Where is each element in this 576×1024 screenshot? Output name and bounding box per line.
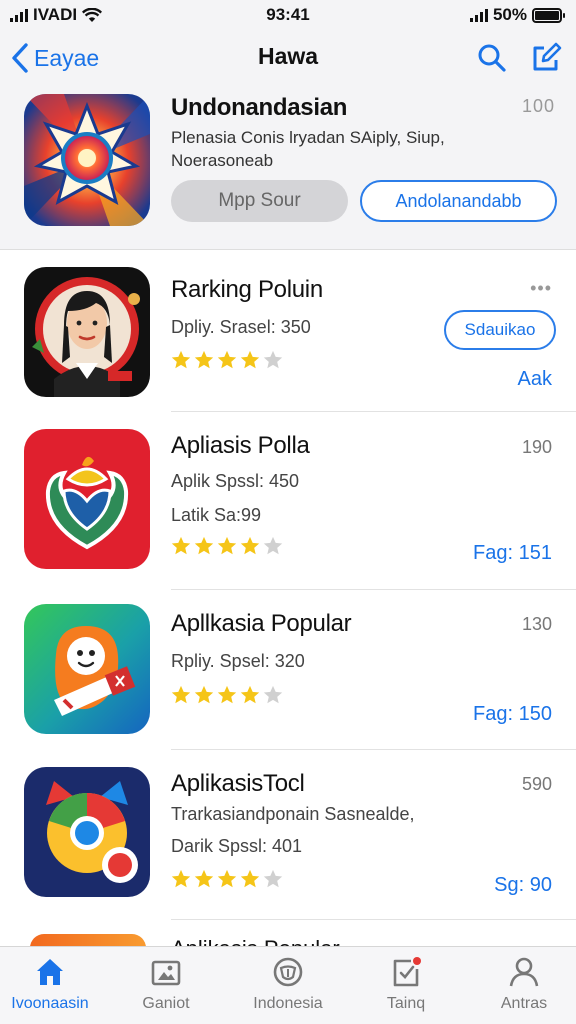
star-icon bbox=[194, 350, 214, 369]
tab-label: Ivoonaasin bbox=[11, 995, 89, 1012]
back-label: Eayae bbox=[34, 44, 100, 71]
updates-icon bbox=[393, 957, 421, 987]
star-icon bbox=[194, 536, 214, 555]
list-item[interactable]: AplikasisTocl Trarkasiandponain Sasneald… bbox=[0, 750, 576, 920]
status-time: 93:41 bbox=[266, 5, 310, 24]
app-detail: Aplik Spssl: 450 bbox=[171, 471, 300, 491]
status-right: 50% bbox=[469, 5, 565, 25]
star-icon bbox=[217, 685, 237, 704]
app-icon-aplikasis-tocl[interactable] bbox=[24, 767, 150, 897]
tab-indonesia[interactable]: Indonesia bbox=[238, 955, 338, 1013]
chevron-left-icon bbox=[12, 43, 28, 73]
app-title: Rarking Poluin bbox=[171, 276, 323, 303]
open-featured-button[interactable]: Andolanandabb bbox=[360, 180, 557, 222]
compose-icon[interactable] bbox=[530, 42, 562, 74]
app-title: Apllkasia Popular bbox=[171, 610, 352, 637]
app-count: 590 bbox=[521, 774, 552, 794]
star-icon bbox=[240, 536, 260, 555]
star-icon bbox=[171, 536, 191, 555]
app-action-link[interactable]: Sg: 90 bbox=[494, 874, 552, 897]
status-bar: IVADI 93:41 50% bbox=[0, 0, 576, 30]
get-app-button[interactable]: Sdauikao bbox=[444, 310, 556, 350]
app-title: AplikasisTocl bbox=[171, 770, 305, 797]
wifi-icon bbox=[82, 7, 103, 22]
page-title: Hawa bbox=[257, 43, 319, 69]
star-icon bbox=[171, 350, 191, 369]
star-icon bbox=[217, 536, 237, 555]
tab-ganiot[interactable]: Ganiot bbox=[116, 955, 216, 1013]
battery-percent: 50% bbox=[492, 5, 527, 24]
featured-more-label[interactable]: 100 bbox=[522, 96, 555, 117]
star-icon bbox=[171, 869, 191, 888]
tab-label: Indonesia bbox=[253, 995, 323, 1012]
app-count: 190 bbox=[521, 437, 552, 457]
list-item[interactable]: Rarking Poluin Dpliy. Srasel: 350 ••• Sd… bbox=[0, 250, 576, 412]
tab-antras[interactable]: Antras bbox=[474, 955, 574, 1013]
app-icon-apllkasia[interactable] bbox=[24, 604, 150, 734]
navigation-bar: Eayae Hawa bbox=[0, 30, 576, 88]
app-detail: Trarkasiandponain Sasnealde, bbox=[171, 804, 415, 824]
featured-app-icon[interactable] bbox=[24, 94, 150, 226]
star-icon bbox=[217, 350, 237, 369]
star-icon bbox=[194, 685, 214, 704]
rating-stars bbox=[170, 868, 284, 890]
tab-home[interactable]: Ivoonaasin bbox=[0, 955, 100, 1013]
app-action-link[interactable]: Fag: 151 bbox=[473, 542, 552, 565]
app-icon-ranking[interactable] bbox=[24, 267, 150, 397]
featured-app-title: Undonandasian bbox=[171, 94, 348, 121]
shield-icon bbox=[273, 957, 303, 987]
star-icon bbox=[240, 350, 260, 369]
list-item[interactable]: Apliasis Polla Aplik Spssl: 450 Latik Sa… bbox=[0, 412, 576, 590]
map-sour-button[interactable]: Mpp Sour bbox=[171, 180, 348, 222]
tab-label: Ganiot bbox=[142, 995, 190, 1012]
rating-stars bbox=[170, 535, 284, 557]
home-icon bbox=[37, 959, 63, 985]
back-button[interactable]: Eayae bbox=[10, 42, 99, 74]
more-options-icon[interactable]: ••• bbox=[530, 278, 552, 299]
tab-label: Antras bbox=[500, 995, 548, 1012]
rating-stars bbox=[170, 684, 284, 706]
star-empty-icon bbox=[263, 685, 283, 704]
person-icon bbox=[509, 957, 539, 987]
featured-app-subtitle: Plenasia Conis lryadan SAiply, Siup, Noe… bbox=[171, 128, 445, 170]
photo-icon bbox=[151, 960, 181, 986]
app-title: Apliasis Polla bbox=[171, 432, 310, 459]
app-detail: Dpliy. Srasel: 350 bbox=[171, 317, 311, 337]
signal-icon bbox=[10, 8, 28, 22]
list-item[interactable]: Apllkasia Popular Rpliy. Spsel: 320 130 … bbox=[0, 590, 576, 750]
tab-bar: Ivoonaasin Ganiot Indonesia Tainq Antras bbox=[0, 946, 576, 1024]
search-icon[interactable] bbox=[476, 42, 508, 74]
cellular-icon bbox=[469, 8, 488, 22]
featured-app-card[interactable]: Undonandasian Plenasia Conis lryadan SAi… bbox=[0, 88, 576, 250]
star-empty-icon bbox=[263, 350, 283, 369]
app-detail-secondary: Darik Spssl: 401 bbox=[171, 836, 303, 856]
star-icon bbox=[240, 685, 260, 704]
star-icon bbox=[194, 869, 214, 888]
star-icon bbox=[240, 869, 260, 888]
app-detail: Rpliy. Spsel: 320 bbox=[171, 651, 305, 671]
tab-label: Tainq bbox=[386, 995, 426, 1012]
app-detail-secondary: Latik Sa:99 bbox=[171, 505, 262, 525]
star-icon bbox=[217, 869, 237, 888]
tab-tainq[interactable]: Tainq bbox=[356, 955, 456, 1013]
star-empty-icon bbox=[263, 536, 283, 555]
app-action-link[interactable]: Fag: 150 bbox=[473, 703, 552, 726]
star-icon bbox=[171, 685, 191, 704]
app-icon-apliasis[interactable] bbox=[24, 429, 150, 569]
app-count: 130 bbox=[521, 614, 552, 634]
carrier-label: IVADI bbox=[33, 5, 78, 24]
status-left: IVADI bbox=[10, 5, 103, 25]
rating-stars bbox=[170, 349, 284, 371]
battery-icon bbox=[532, 7, 565, 23]
row-divider bbox=[171, 919, 576, 920]
app-action-link[interactable]: Aak bbox=[518, 368, 552, 391]
star-empty-icon bbox=[263, 869, 283, 888]
